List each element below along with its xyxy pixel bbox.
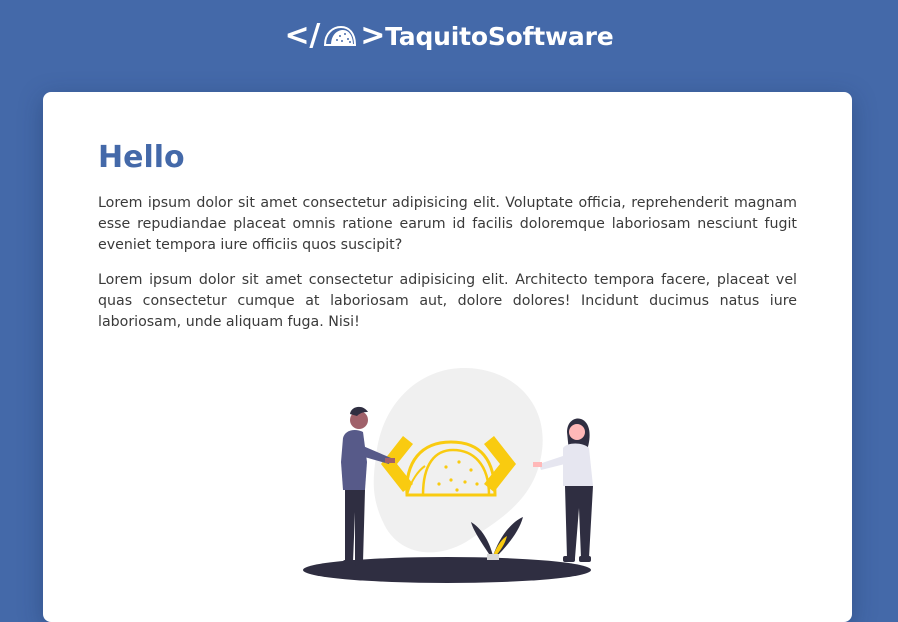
brand-name: TaquitoSoftware bbox=[385, 21, 614, 51]
paragraph-2: Lorem ipsum dolor sit amet consectetur a… bbox=[98, 272, 797, 330]
content-card: Hello Lorem ipsum dolor sit amet consect… bbox=[43, 92, 852, 622]
article: Hello Lorem ipsum dolor sit amet consect… bbox=[98, 139, 797, 347]
brand-close-bracket: > bbox=[360, 18, 386, 53]
site-header: </ > TaquitoSoftware bbox=[0, 0, 898, 72]
paragraph-1: Lorem ipsum dolor sit amet consectetur a… bbox=[98, 195, 797, 253]
people-holding-taco-code-illustration bbox=[303, 367, 593, 583]
brand-open-bracket: </ bbox=[284, 18, 321, 53]
brand-logo-link[interactable]: </ > TaquitoSoftware bbox=[285, 21, 614, 51]
page-title: Hello bbox=[98, 140, 185, 175]
taco-icon bbox=[324, 25, 357, 46]
